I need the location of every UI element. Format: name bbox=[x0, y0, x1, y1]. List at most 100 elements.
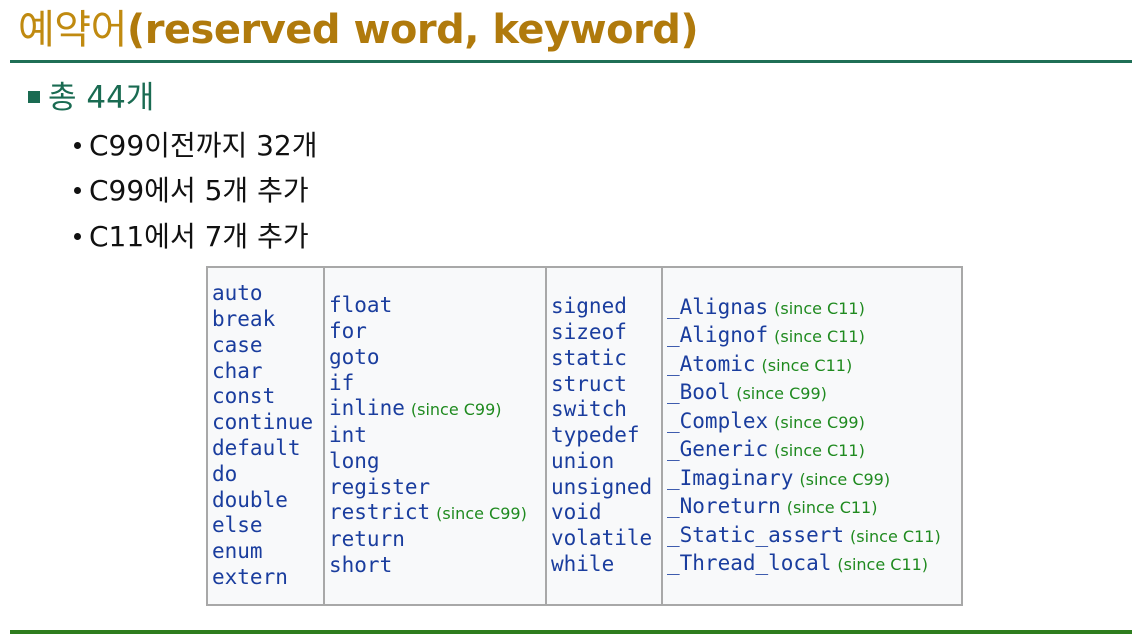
keyword-text: break bbox=[212, 307, 276, 332]
keyword-text: static bbox=[551, 345, 627, 370]
since-note: (since C11) bbox=[850, 526, 941, 546]
since-note: (since C11) bbox=[837, 555, 929, 574]
footer-divider bbox=[10, 630, 1132, 634]
round-bullet-icon bbox=[74, 232, 81, 240]
keyword-entry: typedef bbox=[551, 423, 661, 449]
keyword-entry: _Thread_local (since C11) bbox=[667, 550, 961, 579]
keyword-entry: while bbox=[551, 552, 661, 578]
keyword-text: else bbox=[212, 513, 263, 538]
keyword-entry: inline (since C99) bbox=[329, 396, 545, 423]
since-note: (since C11) bbox=[774, 441, 865, 460]
slide-title-english: (reserved word, keyword) bbox=[126, 7, 699, 53]
keyword-entry: if bbox=[329, 371, 545, 397]
keyword-text: case bbox=[212, 332, 263, 357]
keyword-entry: _Imaginary (since C99) bbox=[667, 465, 961, 494]
keyword-text: _Complex bbox=[667, 408, 769, 433]
keyword-entry: short bbox=[329, 553, 545, 579]
keyword-entry: goto bbox=[329, 345, 545, 371]
keyword-text: void bbox=[551, 500, 602, 525]
since-note: (since C99) bbox=[436, 504, 527, 524]
keyword-entry: case bbox=[212, 333, 323, 359]
keyword-entry: const bbox=[212, 384, 323, 410]
keyword-entry: register bbox=[329, 475, 545, 501]
keyword-entry: unsigned bbox=[551, 475, 661, 501]
keyword-entry: break bbox=[212, 307, 323, 333]
keyword-column: auto break case char const continue default do d… bbox=[208, 268, 325, 604]
keyword-entry: _Bool (since C99) bbox=[667, 379, 961, 408]
keyword-entry: _Atomic (since C11) bbox=[667, 351, 961, 380]
keyword-entry: _Complex (since C99) bbox=[667, 408, 961, 437]
keyword-text: char bbox=[212, 358, 263, 383]
keyword-entry: restrict (since C99) bbox=[329, 500, 545, 527]
sub-bullet: C11에서 7개 추가 bbox=[74, 219, 309, 255]
keyword-entry: for bbox=[329, 319, 545, 345]
sub-bullet-text: C99이전까지 32개 bbox=[89, 129, 318, 162]
since-note: (since C99) bbox=[736, 384, 827, 403]
sub-bullet: C99이전까지 32개 bbox=[74, 128, 318, 164]
keyword-text: auto bbox=[212, 281, 263, 306]
keyword-entry: int bbox=[329, 423, 545, 449]
keyword-entry: _Noreturn (since C11) bbox=[667, 493, 961, 522]
keyword-text: do bbox=[212, 461, 238, 486]
keyword-entry: volatile bbox=[551, 526, 661, 552]
keyword-text: _Alignas bbox=[667, 294, 769, 319]
sub-bullet-text: C11에서 7개 추가 bbox=[89, 220, 309, 253]
keyword-text: double bbox=[212, 487, 288, 512]
keyword-entry: continue bbox=[212, 410, 323, 436]
main-bullet: 총 44개 bbox=[28, 78, 154, 118]
keyword-text: default bbox=[212, 436, 301, 460]
since-note: (since C11) bbox=[786, 498, 878, 517]
keyword-entry: auto bbox=[212, 281, 323, 307]
keyword-text: const bbox=[212, 384, 276, 409]
keyword-text: int bbox=[329, 423, 367, 448]
keyword-entry: signed bbox=[551, 294, 661, 320]
keyword-text: _Imaginary bbox=[667, 465, 794, 490]
keyword-entry: static bbox=[551, 346, 661, 372]
slide-title: 예약어(reserved word, keyword) bbox=[18, 4, 699, 56]
title-divider bbox=[10, 60, 1132, 63]
keyword-text: _Bool bbox=[667, 380, 731, 404]
keyword-text: restrict bbox=[329, 500, 431, 525]
keyword-text: register bbox=[329, 474, 431, 499]
sub-bullet: C99에서 5개 추가 bbox=[74, 173, 309, 209]
slide-title-korean: 예약어 bbox=[18, 7, 127, 53]
keyword-text: sizeof bbox=[551, 319, 627, 344]
keyword-text: struct bbox=[551, 371, 627, 396]
since-note: (since C11) bbox=[761, 355, 853, 375]
keyword-entry: _Alignas (since C11) bbox=[667, 294, 961, 323]
keyword-table: auto break case char const continue default do d… bbox=[206, 266, 963, 606]
since-note: (since C99) bbox=[799, 469, 891, 489]
sub-bullet-text: C99에서 5개 추가 bbox=[89, 174, 309, 207]
keyword-entry: enum bbox=[212, 539, 323, 565]
keyword-text: extern bbox=[212, 564, 288, 589]
keyword-entry: struct bbox=[551, 372, 661, 398]
keyword-text: _Noreturn bbox=[667, 494, 781, 518]
keyword-entry: _Generic (since C11) bbox=[667, 436, 961, 465]
keyword-entry: else bbox=[212, 513, 323, 539]
keyword-text: unsigned bbox=[551, 474, 653, 499]
keyword-entry: sizeof bbox=[551, 320, 661, 346]
since-note: (since C99) bbox=[774, 412, 865, 432]
keyword-entry: extern bbox=[212, 565, 323, 591]
keyword-column: _Alignas (since C11) _Alignof (since C11) _A… bbox=[663, 268, 961, 604]
keyword-text: signed bbox=[551, 294, 627, 319]
round-bullet-icon bbox=[74, 141, 81, 149]
keyword-text: while bbox=[551, 552, 615, 577]
keyword-text: union bbox=[551, 448, 615, 473]
keyword-text: goto bbox=[329, 344, 380, 369]
keyword-text: _Alignof bbox=[667, 323, 769, 347]
keyword-text: _Generic bbox=[667, 437, 769, 461]
keyword-text: enum bbox=[212, 539, 263, 564]
keyword-text: long bbox=[329, 448, 380, 473]
round-bullet-icon bbox=[74, 186, 81, 194]
keyword-entry: default bbox=[212, 436, 323, 462]
keyword-entry: do bbox=[212, 462, 323, 488]
keyword-text: short bbox=[329, 553, 393, 578]
keyword-entry: return bbox=[329, 527, 545, 553]
keyword-entry: float bbox=[329, 293, 545, 319]
keyword-entry: _Static_assert (since C11) bbox=[667, 522, 961, 551]
keyword-text: _Atomic bbox=[667, 351, 756, 376]
keyword-text: if bbox=[329, 370, 355, 395]
keyword-text: for bbox=[329, 318, 367, 343]
main-bullet-text: 총 44개 bbox=[48, 80, 155, 116]
